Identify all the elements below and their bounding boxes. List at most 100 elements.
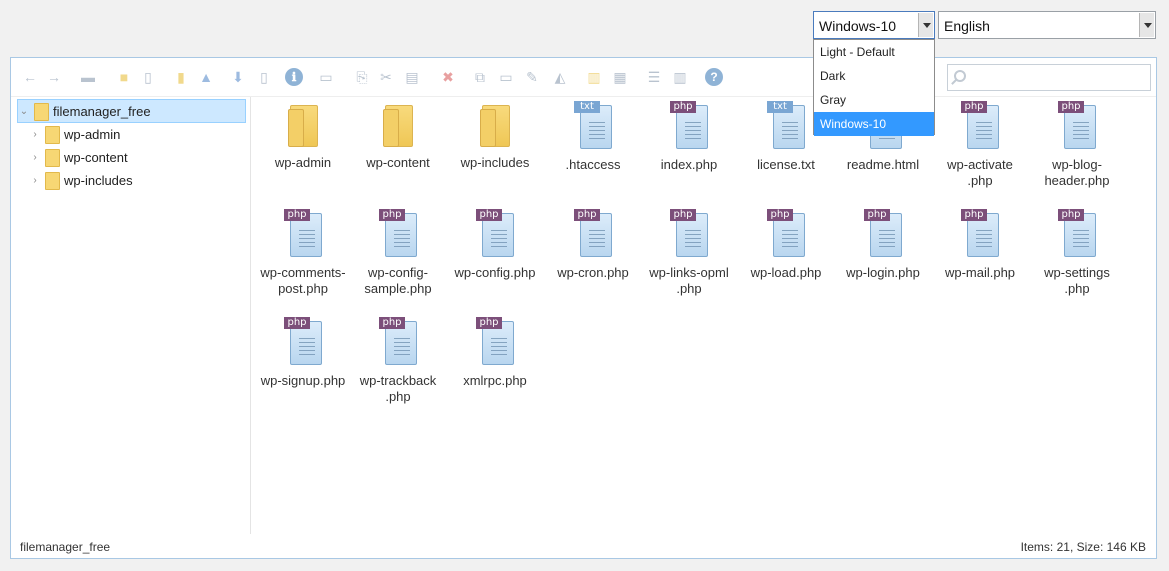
preview-icon[interactable]: ▭ [317, 68, 335, 86]
tree-item-wp-admin[interactable]: › wp-admin [29, 122, 120, 146]
tree-item-wp-content[interactable]: › wp-content [29, 145, 128, 169]
file-label: wp-settings .php [1044, 265, 1110, 296]
file-item[interactable]: txt .htaccess [547, 101, 639, 173]
list-view-icon[interactable]: ☰ [645, 68, 663, 86]
file-label: wp-trackback .php [359, 373, 437, 404]
file-item[interactable]: php wp-links-opml .php [643, 209, 735, 297]
home-icon[interactable]: ■ [115, 68, 133, 86]
file-item[interactable]: php index.php [643, 101, 735, 173]
file-label: wp-login.php [846, 265, 920, 280]
file-grid: wp-admin wp-content wp-includes txt .htacces… [254, 97, 1156, 534]
php-file-icon: php [474, 209, 516, 259]
php-file-icon: php [377, 317, 419, 367]
file-label: readme.html [846, 157, 920, 172]
file-item[interactable]: php wp-load.php [740, 209, 832, 281]
new-file-icon[interactable]: ▯ [139, 68, 157, 86]
file-label: wp-signup.php [260, 373, 346, 388]
file-item[interactable]: php xmlrpc.php [449, 317, 541, 389]
theme-option[interactable]: Gray [814, 88, 934, 112]
folder-icon [480, 105, 510, 149]
search-box[interactable] [947, 64, 1151, 91]
file-item[interactable]: php wp-mail.php [934, 209, 1026, 281]
folder-item[interactable]: wp-content [352, 101, 444, 171]
expand-icon[interactable]: › [29, 175, 41, 186]
expand-icon[interactable]: › [29, 152, 41, 163]
folder-item[interactable]: wp-admin [257, 101, 349, 171]
language-select-value: English [944, 18, 990, 34]
back-icon[interactable]: ← [21, 68, 39, 86]
php-file-icon: php [282, 317, 324, 367]
folder-icon [383, 105, 413, 149]
php-file-icon: php [282, 209, 324, 259]
php-file-icon: php [959, 101, 1001, 151]
theme-option[interactable]: Windows-10 [814, 112, 934, 136]
php-file-icon: php [668, 101, 710, 151]
php-file-icon: php [668, 209, 710, 259]
duplicate-icon[interactable]: ⧉ [471, 68, 489, 86]
extract-icon[interactable]: ▦ [611, 68, 629, 86]
file-label: wp-config.php [454, 265, 536, 280]
file-label: wp-admin [274, 155, 332, 170]
file-label: wp-content [366, 155, 430, 170]
theme-dropdown: Light - Default Dark Gray Windows-10 [813, 39, 935, 136]
php-file-icon: php [1056, 209, 1098, 259]
tree-item-label: wp-admin [64, 126, 121, 142]
search-icon [954, 70, 966, 82]
theme-option[interactable]: Light - Default [814, 40, 934, 64]
search-input[interactable] [970, 67, 1145, 87]
folder-icon [288, 105, 318, 149]
help-icon[interactable]: ? [705, 68, 723, 86]
status-bar: filemanager_free Items: 21, Size: 146 KB [11, 532, 1156, 558]
txt-file-icon: txt [765, 101, 807, 151]
chevron-down-icon[interactable] [1139, 13, 1154, 37]
theme-select[interactable]: Windows-10 [813, 11, 935, 39]
delete-icon[interactable]: ✖ [439, 68, 457, 86]
file-item[interactable]: php wp-blog- header.php [1031, 101, 1123, 189]
new-folder-icon[interactable]: ▮ [172, 68, 190, 86]
expand-icon[interactable]: › [29, 129, 41, 140]
tree-root-label: filemanager_free [53, 103, 151, 119]
file-item[interactable]: php wp-config- sample.php [352, 209, 444, 297]
file-label: wp-links-opml .php [649, 265, 729, 296]
file-item[interactable]: php wp-config.php [449, 209, 541, 281]
file-item[interactable]: php wp-activate .php [934, 101, 1026, 189]
edit-icon[interactable]: ✎ [523, 68, 541, 86]
folder-item[interactable]: wp-includes [449, 101, 541, 171]
file-item[interactable]: php wp-comments- post.php [257, 209, 349, 297]
php-file-icon: php [1056, 101, 1098, 151]
file-item[interactable]: php wp-trackback .php [352, 317, 444, 405]
file-item[interactable]: php wp-settings .php [1031, 209, 1123, 297]
paste-icon[interactable]: ▤ [403, 68, 421, 86]
resize-icon[interactable]: ◭ [551, 68, 569, 86]
cut-icon[interactable]: ✂ [377, 68, 395, 86]
collapse-icon[interactable]: ⌄ [18, 106, 30, 117]
forward-icon[interactable]: → [45, 68, 63, 86]
file-label: wp-includes [460, 155, 530, 170]
file-item[interactable]: php wp-signup.php [257, 317, 349, 389]
php-file-icon: php [765, 209, 807, 259]
theme-select-value: Windows-10 [819, 18, 897, 34]
archive-icon[interactable]: ▥ [585, 68, 603, 86]
file-label: wp-cron.php [557, 265, 629, 280]
php-file-icon: php [377, 209, 419, 259]
up-icon[interactable]: ▬ [79, 68, 97, 86]
rename-icon[interactable]: ▭ [497, 68, 515, 86]
copy-icon[interactable]: ⎘ [353, 68, 371, 86]
info-icon[interactable]: ℹ [285, 68, 303, 86]
file-item[interactable]: php wp-cron.php [547, 209, 639, 281]
details-view-icon[interactable]: ▥ [671, 68, 689, 86]
file-item[interactable]: php wp-login.php [837, 209, 929, 281]
folder-icon [45, 149, 60, 167]
upload-icon[interactable]: ▲ [197, 68, 215, 86]
view-icon[interactable]: ▯ [255, 68, 273, 86]
chevron-down-icon[interactable] [918, 13, 933, 37]
theme-option[interactable]: Dark [814, 64, 934, 88]
txt-file-icon: txt [572, 101, 614, 151]
folder-icon [45, 172, 60, 190]
file-label: wp-blog- header.php [1044, 157, 1110, 188]
file-label: wp-mail.php [944, 265, 1016, 280]
tree-root[interactable]: ⌄ filemanager_free [17, 99, 246, 123]
tree-item-wp-includes[interactable]: › wp-includes [29, 168, 133, 192]
language-select[interactable]: English [938, 11, 1156, 39]
download-icon[interactable]: ⬇ [229, 68, 247, 86]
